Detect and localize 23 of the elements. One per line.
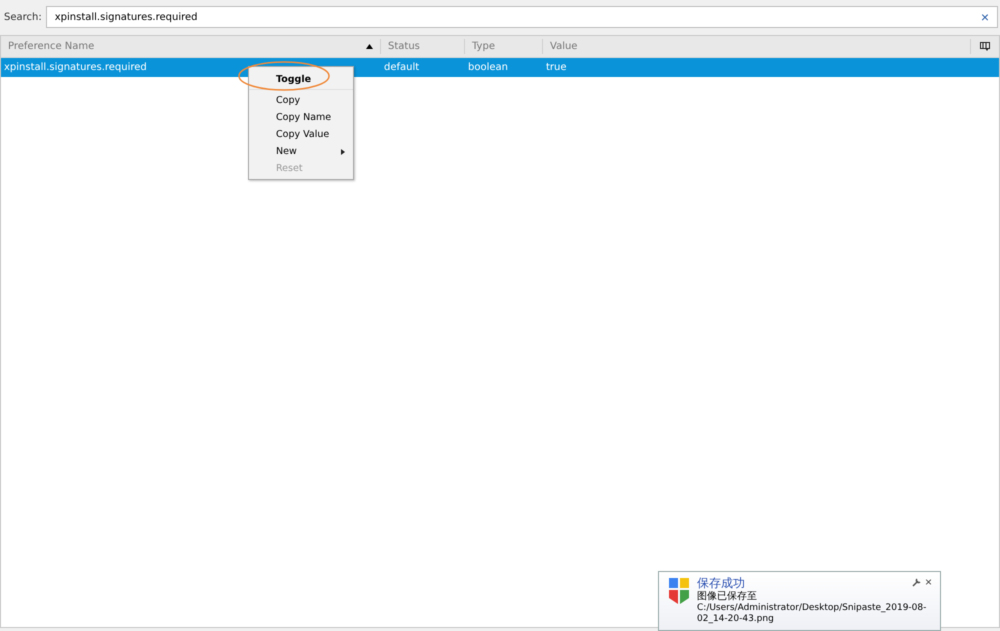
column-header[interactable]: Preference Name [1, 39, 381, 54]
notification-message: 图像已保存至 [697, 591, 758, 603]
column-picker-icon[interactable] [980, 42, 990, 51]
menu-item[interactable]: Toggle [249, 69, 353, 90]
menu-item[interactable]: Copy Name [249, 109, 353, 126]
column-header[interactable]: Type [465, 39, 543, 54]
menu-item[interactable]: Copy Value [249, 126, 353, 143]
app-logo-icon [669, 578, 689, 604]
column-header[interactable]: Value [543, 39, 971, 54]
notification-title: 保存成功 [697, 576, 745, 591]
menu-item[interactable]: New [249, 143, 353, 160]
clear-button[interactable]: × [980, 9, 989, 25]
table-cell-text: true [545, 62, 568, 73]
column-header[interactable]: Status [381, 39, 465, 54]
file-path: C:/Users/Administrator/Desktop/Snipaste_2019-08-02_14-20-43.png [697, 603, 928, 625]
table-cell-text: default [383, 62, 420, 73]
menu-item[interactable]: Copy [249, 92, 353, 109]
search-field[interactable]: xpinstall.signatures.required × [46, 6, 998, 28]
search-label: Search: [4, 12, 42, 22]
table-cell-text: boolean [467, 62, 509, 73]
close-button[interactable]: × [924, 576, 932, 588]
wrench-icon[interactable] [912, 578, 921, 586]
table-cell-text: xpinstall.signatures.required [3, 62, 148, 73]
